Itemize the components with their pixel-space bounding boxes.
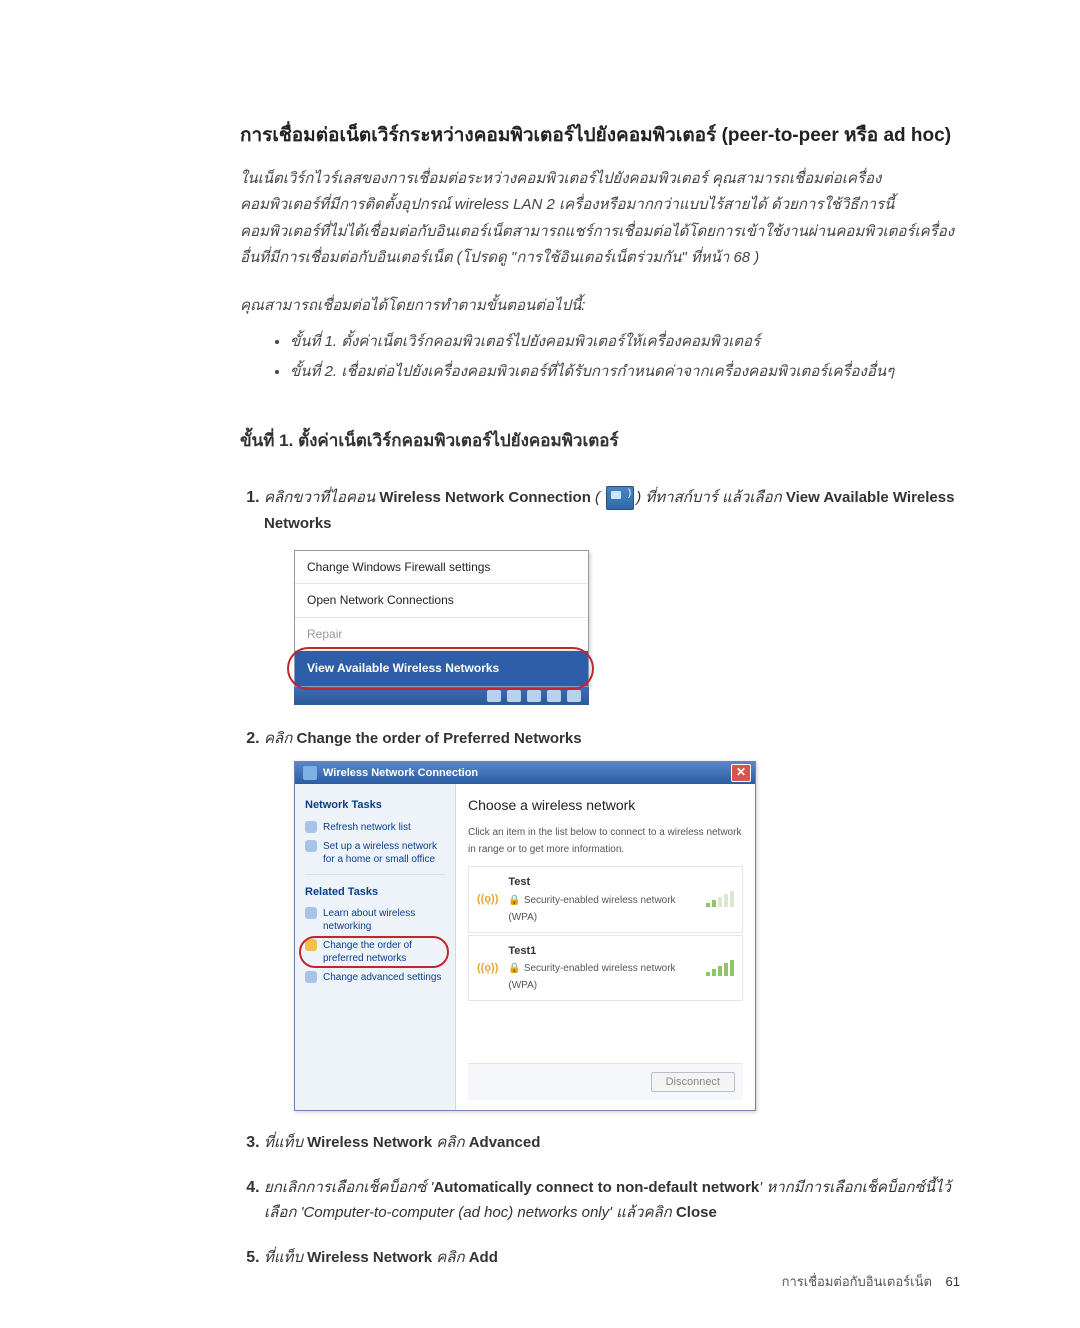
wireless-tray-icon xyxy=(606,486,634,510)
link-change-order[interactable]: Change the order of preferred networks xyxy=(305,939,445,965)
network-name: Test1 xyxy=(508,942,696,961)
network-security: 🔒Security-enabled wireless network (WPA) xyxy=(508,960,696,994)
signal-bars xyxy=(706,891,734,907)
close-icon[interactable]: ✕ xyxy=(731,764,751,782)
step1-text-a: คลิกขวาที่ไอคอน xyxy=(264,489,379,506)
steps-list: คลิกขวาที่ไอคอน Wireless Network Connect… xyxy=(240,484,960,1270)
signal-bars xyxy=(706,960,734,976)
step4-text-d: Computer-to-computer (ad hoc) networks o… xyxy=(303,1204,609,1221)
disconnect-button[interactable]: Disconnect xyxy=(651,1072,735,1092)
bullet-list: ขั้นที่ 1. ตั้งค่าเน็ตเวิร์กคอมพิวเตอร์ไ… xyxy=(240,327,960,387)
step3-text-a: ที่แท็บ xyxy=(264,1134,307,1151)
step5-bold-b: Wireless Network xyxy=(307,1249,432,1266)
step1-text-c: ( xyxy=(591,489,604,506)
ctx-item-view-networks[interactable]: View Available Wireless Networks xyxy=(295,651,588,685)
link-advanced-label: Change advanced settings xyxy=(323,971,441,984)
lock-icon: 🔒 xyxy=(508,895,520,906)
link-learn[interactable]: Learn about wireless networking xyxy=(305,907,445,933)
network-security: 🔒Security-enabled wireless network (WPA) xyxy=(508,892,696,926)
dialog-left-pane: Network Tasks Refresh network list Set u… xyxy=(295,784,456,1110)
step4-bold-b: Automatically connect to non-default net… xyxy=(433,1179,759,1196)
ctx-highlight-label: View Available Wireless Networks xyxy=(295,651,588,685)
step-item-4: ยกเลิกการเลือกเช็คบ็อกซ์ 'Automatically … xyxy=(264,1174,960,1226)
context-menu: Change Windows Firewall settings Open Ne… xyxy=(294,550,589,687)
step-item-5: ที่แท็บ Wireless Network คลิก Add xyxy=(264,1244,960,1271)
link-refresh[interactable]: Refresh network list xyxy=(305,821,445,834)
network-meta: Test 🔒Security-enabled wireless network … xyxy=(508,873,696,926)
choose-network-hint: Click an item in the list below to conne… xyxy=(468,824,743,858)
link-advanced[interactable]: Change advanced settings xyxy=(305,971,445,984)
taskbar-strip xyxy=(294,687,589,705)
document-page: การเชื่อมต่อเน็ตเวิร์กระหว่างคอมพิวเตอร์… xyxy=(0,0,1080,1328)
link-setup[interactable]: Set up a wireless network for a home or … xyxy=(305,840,445,866)
bullet-item: ขั้นที่ 2. เชื่อมต่อไปยังเครื่องคอมพิวเต… xyxy=(290,357,960,387)
tray-icon xyxy=(527,690,541,702)
step-heading: ขั้นที่ 1. ตั้งค่าเน็ตเวิร์กคอมพิวเตอร์ไ… xyxy=(240,427,960,454)
dialog-body: Network Tasks Refresh network list Set u… xyxy=(295,784,755,1110)
step3-bold-d: Advanced xyxy=(469,1134,541,1151)
step-item-3: ที่แท็บ Wireless Network คลิก Advanced xyxy=(264,1129,960,1156)
step3-text-c: คลิก xyxy=(432,1134,469,1151)
dialog-right-pane: Choose a wireless network Click an item … xyxy=(456,784,755,1110)
ctx-item-open-connections[interactable]: Open Network Connections xyxy=(295,584,588,617)
step1-bold-1: Wireless Network Connection xyxy=(379,489,591,506)
ctx-item-repair[interactable]: Repair xyxy=(295,618,588,651)
choose-network-heading: Choose a wireless network xyxy=(468,794,743,818)
network-item[interactable]: ((ǫ)) Test 🔒Security-enabled wireless ne… xyxy=(468,866,743,933)
refresh-icon xyxy=(305,821,317,833)
tray-icon xyxy=(567,690,581,702)
gear-icon xyxy=(305,971,317,983)
network-name: Test xyxy=(508,873,696,892)
screenshot-context-menu: Change Windows Firewall settings Open Ne… xyxy=(294,550,589,705)
dialog-footer: Disconnect xyxy=(468,1063,743,1100)
network-meta: Test1 🔒Security-enabled wireless network… xyxy=(508,942,696,995)
tasks-heading-related: Related Tasks xyxy=(305,883,445,902)
ctx-item-firewall[interactable]: Change Windows Firewall settings xyxy=(295,551,588,584)
step5-text-a: ที่แท็บ xyxy=(264,1249,307,1266)
bullet-item: ขั้นที่ 1. ตั้งค่าเน็ตเวิร์กคอมพิวเตอร์ไ… xyxy=(290,327,960,357)
step5-bold-d: Add xyxy=(469,1249,498,1266)
step4-text-a: ยกเลิกการเลือกเช็คบ็อกซ์ ' xyxy=(264,1179,433,1196)
link-setup-label: Set up a wireless network for a home or … xyxy=(323,840,445,866)
tray-icon xyxy=(547,690,561,702)
setup-icon xyxy=(305,840,317,852)
step4-bold-f: Close xyxy=(676,1204,717,1221)
link-refresh-label: Refresh network list xyxy=(323,821,411,834)
step-item-2: คลิก Change the order of Preferred Netwo… xyxy=(264,725,960,1112)
step4-text-e: ' แล้วคลิก xyxy=(609,1204,676,1221)
footer-label: การเชื่อมต่อกับอินเตอร์เน็ต xyxy=(782,1274,932,1289)
dialog-titlebar: Wireless Network Connection ✕ xyxy=(295,762,755,784)
step2-bold: Change the order of Preferred Networks xyxy=(296,730,581,747)
lead-text: คุณสามารถเชื่อมต่อได้โดยการทำตามขั้นตอนต… xyxy=(240,293,960,317)
step-item-1: คลิกขวาที่ไอคอน Wireless Network Connect… xyxy=(264,484,960,705)
page-number: 61 xyxy=(946,1274,960,1289)
page-footer: การเชื่อมต่อกับอินเตอร์เน็ต 61 xyxy=(782,1271,960,1292)
step1-text-d: ) ที่ทาสก์บาร์ แล้วเลือก xyxy=(636,489,786,506)
intro-paragraph: ในเน็ตเวิร์กไวร์เลสของการเชื่อมต่อระหว่า… xyxy=(240,166,960,271)
link-change-order-label: Change the order of preferred networks xyxy=(323,939,445,965)
section-heading: การเชื่อมต่อเน็ตเวิร์กระหว่างคอมพิวเตอร์… xyxy=(240,120,960,150)
dialog-title: Wireless Network Connection xyxy=(323,764,478,783)
tasks-heading-network: Network Tasks xyxy=(305,796,445,815)
signal-icon: ((ǫ)) xyxy=(477,959,498,978)
step2-text-a: คลิก xyxy=(264,730,296,747)
star-icon xyxy=(305,939,317,951)
signal-icon: ((ǫ)) xyxy=(477,890,498,909)
dialog-title-icon xyxy=(303,766,317,780)
lock-icon: 🔒 xyxy=(508,963,520,974)
link-learn-label: Learn about wireless networking xyxy=(323,907,445,933)
info-icon xyxy=(305,907,317,919)
network-item[interactable]: ((ǫ)) Test1 🔒Security-enabled wireless n… xyxy=(468,935,743,1002)
tray-icon xyxy=(487,690,501,702)
step5-text-c: คลิก xyxy=(432,1249,469,1266)
tray-icon xyxy=(507,690,521,702)
step3-bold-b: Wireless Network xyxy=(307,1134,432,1151)
screenshot-wireless-dialog: Wireless Network Connection ✕ Network Ta… xyxy=(294,761,756,1111)
